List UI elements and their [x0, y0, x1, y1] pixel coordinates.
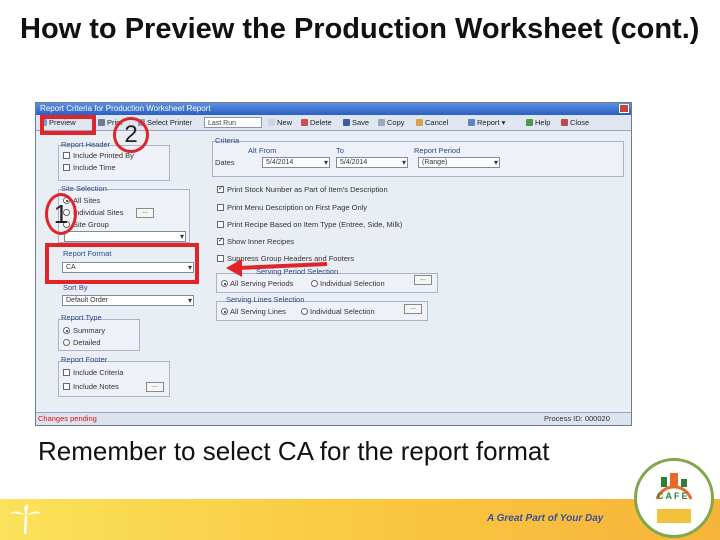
tagline-text: A Great Part of Your Day — [487, 513, 604, 524]
red-arrow-icon — [226, 259, 328, 277]
caption-text: Remember to select CA for the report for… — [38, 436, 550, 466]
footer-bar — [0, 499, 720, 540]
palm-tree-icon — [10, 504, 41, 535]
cafe-logo-text: CAFE — [657, 491, 690, 501]
cafe-logo: CAFE — [634, 458, 714, 538]
